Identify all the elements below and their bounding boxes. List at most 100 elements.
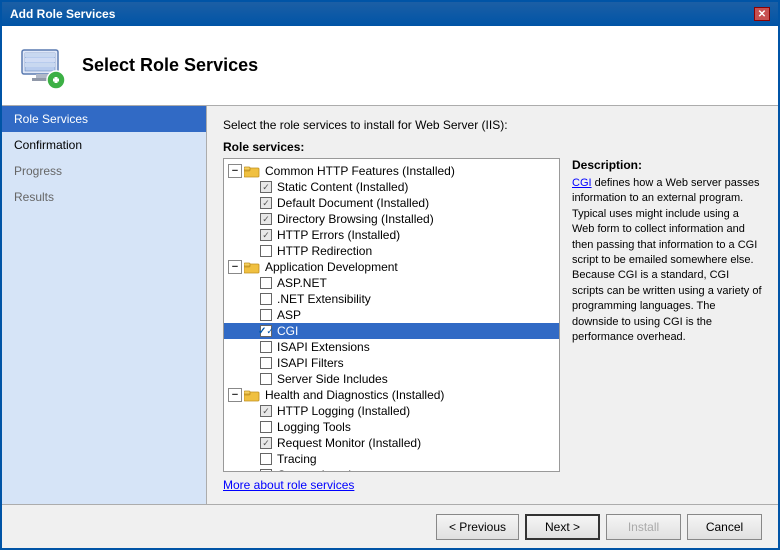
tree-label-static-content: Static Content (Installed)	[277, 180, 408, 194]
tree-item-http-errors[interactable]: HTTP Errors (Installed)	[224, 227, 559, 243]
sidebar-item-results: Results	[2, 184, 206, 210]
expand-icon-default-doc	[244, 196, 258, 210]
tree-item-http-redirect[interactable]: HTTP Redirection	[224, 243, 559, 259]
checkbox-net-ext[interactable]	[260, 293, 272, 305]
checkbox-isapi-filters[interactable]	[260, 357, 272, 369]
cgi-link[interactable]: CGI	[572, 177, 592, 189]
tree-panel[interactable]: − Common HTTP Features (Installed)Static…	[223, 158, 560, 472]
expand-icon-dir-browsing	[244, 212, 258, 226]
sidebar-item-role-services[interactable]: Role Services	[2, 106, 206, 132]
tree-item-app-dev[interactable]: − Application Development	[224, 259, 559, 275]
checkbox-asp-net[interactable]	[260, 277, 272, 289]
close-button[interactable]: ✕	[754, 7, 770, 21]
folder-icon-health-diag	[244, 389, 260, 402]
checkbox-asp[interactable]	[260, 309, 272, 321]
expand-icon-isapi-filters	[244, 356, 258, 370]
button-bar: < Previous Next > Install Cancel	[2, 504, 778, 548]
instruction-text: Select the role services to install for …	[223, 118, 762, 132]
expand-icon-cgi	[244, 324, 258, 338]
tree-item-logging-tools[interactable]: Logging Tools	[224, 419, 559, 435]
tree-label-logging-tools: Logging Tools	[277, 420, 351, 434]
tree-label-request-mon: Request Monitor (Installed)	[277, 436, 421, 450]
tree-item-dir-browsing[interactable]: Directory Browsing (Installed)	[224, 211, 559, 227]
tree-item-http-logging[interactable]: HTTP Logging (Installed)	[224, 403, 559, 419]
checkbox-static-content[interactable]	[260, 181, 272, 193]
tree-item-asp[interactable]: ASP	[224, 307, 559, 323]
tree-item-static-content[interactable]: Static Content (Installed)	[224, 179, 559, 195]
tree-label-default-doc: Default Document (Installed)	[277, 196, 429, 210]
tree-item-net-ext[interactable]: .NET Extensibility	[224, 291, 559, 307]
header-icon	[18, 42, 66, 90]
checkbox-cgi[interactable]: ✓	[260, 325, 272, 337]
tree-label-asp-net: ASP.NET	[277, 276, 327, 290]
expand-icon-tracing	[244, 452, 258, 466]
checkbox-server-side[interactable]	[260, 373, 272, 385]
checkbox-isapi-ext[interactable]	[260, 341, 272, 353]
description-label: Description:	[572, 158, 762, 172]
previous-button[interactable]: < Previous	[436, 514, 519, 540]
folder-icon-app-dev	[244, 261, 260, 274]
expand-icon-isapi-ext	[244, 340, 258, 354]
expand-icon-custom-logging	[244, 468, 258, 472]
tree-label-http-logging: HTTP Logging (Installed)	[277, 404, 410, 418]
tree-label-net-ext: .NET Extensibility	[277, 292, 371, 306]
tree-item-server-side[interactable]: Server Side Includes	[224, 371, 559, 387]
title-bar: Add Role Services ✕	[2, 2, 778, 26]
sidebar-item-confirmation[interactable]: Confirmation	[2, 132, 206, 158]
tree-item-custom-logging[interactable]: Custom Logging	[224, 467, 559, 472]
expand-icon-health-diag[interactable]: −	[228, 388, 242, 402]
install-button[interactable]: Install	[606, 514, 681, 540]
expand-icon-server-side	[244, 372, 258, 386]
sidebar-item-progress: Progress	[2, 158, 206, 184]
checkbox-http-errors[interactable]	[260, 229, 272, 241]
next-button[interactable]: Next >	[525, 514, 600, 540]
expand-icon-static-content	[244, 180, 258, 194]
tree-item-cgi[interactable]: ✓CGI	[224, 323, 559, 339]
expand-icon-app-dev[interactable]: −	[228, 260, 242, 274]
tree-label-server-side: Server Side Includes	[277, 372, 388, 386]
main-panel: Select the role services to install for …	[207, 106, 778, 504]
expand-icon-common-http[interactable]: −	[228, 164, 242, 178]
checkbox-tracing[interactable]	[260, 453, 272, 465]
description-body: defines how a Web server passes informat…	[572, 177, 762, 343]
tree-item-isapi-ext[interactable]: ISAPI Extensions	[224, 339, 559, 355]
tree-container: − Common HTTP Features (Installed)Static…	[224, 163, 559, 472]
folder-icon-common-http	[244, 165, 260, 178]
tree-panel-area: − Common HTTP Features (Installed)Static…	[223, 158, 762, 472]
checkbox-http-redirect[interactable]	[260, 245, 272, 257]
tree-item-request-mon[interactable]: Request Monitor (Installed)	[224, 435, 559, 451]
content-area: Role Services Confirmation Progress Resu…	[2, 106, 778, 504]
checkbox-request-mon[interactable]	[260, 437, 272, 449]
window-title: Add Role Services	[10, 7, 115, 21]
expand-icon-asp-net	[244, 276, 258, 290]
tree-item-health-diag[interactable]: − Health and Diagnostics (Installed)	[224, 387, 559, 403]
role-services-label: Role services:	[223, 140, 762, 154]
tree-item-default-doc[interactable]: Default Document (Installed)	[224, 195, 559, 211]
tree-label-asp: ASP	[277, 308, 301, 322]
main-window: Add Role Services ✕ Selec	[0, 0, 780, 550]
expand-icon-http-redirect	[244, 244, 258, 258]
tree-label-http-errors: HTTP Errors (Installed)	[277, 228, 400, 242]
tree-label-tracing: Tracing	[277, 452, 317, 466]
tree-item-asp-net[interactable]: ASP.NET	[224, 275, 559, 291]
more-about-link[interactable]: More about role services	[223, 478, 762, 492]
checkbox-default-doc[interactable]	[260, 197, 272, 209]
header-title: Select Role Services	[82, 55, 258, 76]
tree-item-tracing[interactable]: Tracing	[224, 451, 559, 467]
checkbox-logging-tools[interactable]	[260, 421, 272, 433]
checkbox-custom-logging[interactable]	[260, 469, 272, 472]
cancel-button[interactable]: Cancel	[687, 514, 762, 540]
expand-icon-net-ext	[244, 292, 258, 306]
tree-label-dir-browsing: Directory Browsing (Installed)	[277, 212, 434, 226]
checkbox-dir-browsing[interactable]	[260, 213, 272, 225]
tree-label-health-diag: Health and Diagnostics (Installed)	[265, 388, 444, 402]
tree-item-isapi-filters[interactable]: ISAPI Filters	[224, 355, 559, 371]
description-text: CGI defines how a Web server passes info…	[572, 176, 762, 345]
tree-label-http-redirect: HTTP Redirection	[277, 244, 372, 258]
tree-label-isapi-ext: ISAPI Extensions	[277, 340, 370, 354]
tree-label-custom-logging: Custom Logging	[277, 468, 364, 472]
checkbox-http-logging[interactable]	[260, 405, 272, 417]
tree-label-app-dev: Application Development	[265, 260, 398, 274]
tree-item-common-http[interactable]: − Common HTTP Features (Installed)	[224, 163, 559, 179]
sidebar: Role Services Confirmation Progress Resu…	[2, 106, 207, 504]
